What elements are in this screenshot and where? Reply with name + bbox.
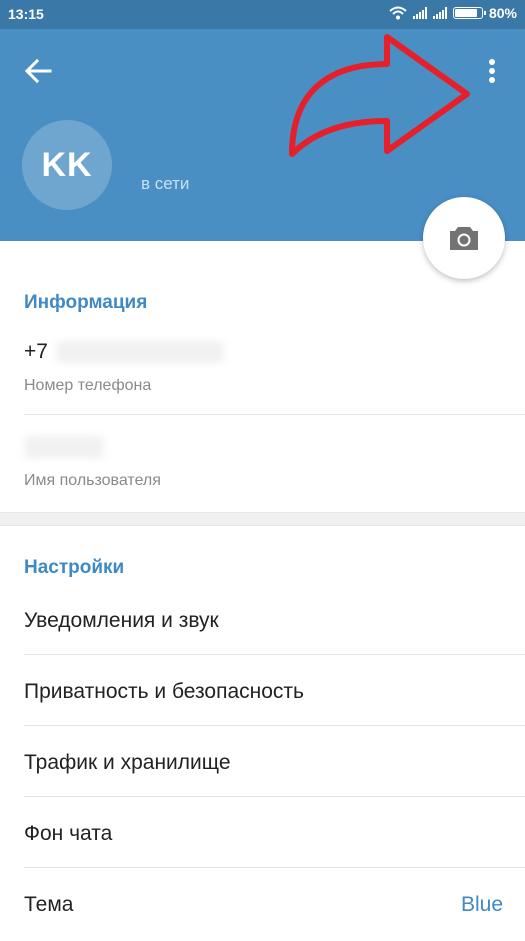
redacted-username[interactable] xyxy=(24,436,104,458)
status-bar: 13:15 80% xyxy=(0,0,525,29)
more-menu-button[interactable] xyxy=(478,56,506,86)
settings-item-label: Фон чата xyxy=(24,822,113,845)
divider xyxy=(24,654,525,655)
online-status: в сети xyxy=(141,174,190,193)
settings-item-theme[interactable]: Тема Blue xyxy=(0,871,525,941)
phone-number[interactable]: +7 xyxy=(24,340,48,364)
set-photo-button[interactable] xyxy=(423,197,505,279)
status-time: 13:15 xyxy=(8,6,44,22)
settings-item-label: Уведомления и звук xyxy=(24,609,219,632)
back-button[interactable] xyxy=(20,56,56,86)
divider xyxy=(24,725,525,726)
battery-icon xyxy=(452,7,486,19)
redacted-phone xyxy=(56,341,224,363)
settings-item-privacy[interactable]: Приватность и безопасность xyxy=(0,658,525,728)
username-label: Имя пользователя xyxy=(24,472,161,489)
divider xyxy=(24,414,525,415)
signal-icon xyxy=(432,7,447,19)
settings-item-label: Трафик и хранилище xyxy=(24,751,231,774)
settings-item-notifications[interactable]: Уведомления и звук xyxy=(0,587,525,657)
signal-icon xyxy=(412,7,427,19)
dot-icon xyxy=(489,77,495,83)
dot-icon xyxy=(489,59,495,65)
settings-item-data-storage[interactable]: Трафик и хранилище xyxy=(0,729,525,799)
divider xyxy=(24,796,525,797)
settings-item-chat-background[interactable]: Фон чата xyxy=(0,800,525,870)
dot-icon xyxy=(489,68,495,74)
settings-item-label: Тема xyxy=(24,893,74,916)
annotation-arrow-icon xyxy=(289,34,470,157)
camera-icon xyxy=(450,227,478,250)
arrow-left-icon xyxy=(24,58,52,84)
settings-section-title: Настройки xyxy=(24,557,125,578)
status-icons: 80% xyxy=(389,5,517,21)
wifi-icon xyxy=(389,6,407,20)
settings-item-label: Приватность и безопасность xyxy=(24,680,304,703)
theme-value: Blue xyxy=(460,893,503,916)
info-section-title: Информация xyxy=(24,292,148,313)
divider xyxy=(24,867,525,868)
section-separator xyxy=(0,512,525,526)
phone-prefix: +7 xyxy=(24,340,48,363)
battery-percent: 80% xyxy=(488,5,517,21)
phone-label: Номер телефона xyxy=(24,377,152,394)
avatar[interactable]: KK xyxy=(22,120,112,210)
